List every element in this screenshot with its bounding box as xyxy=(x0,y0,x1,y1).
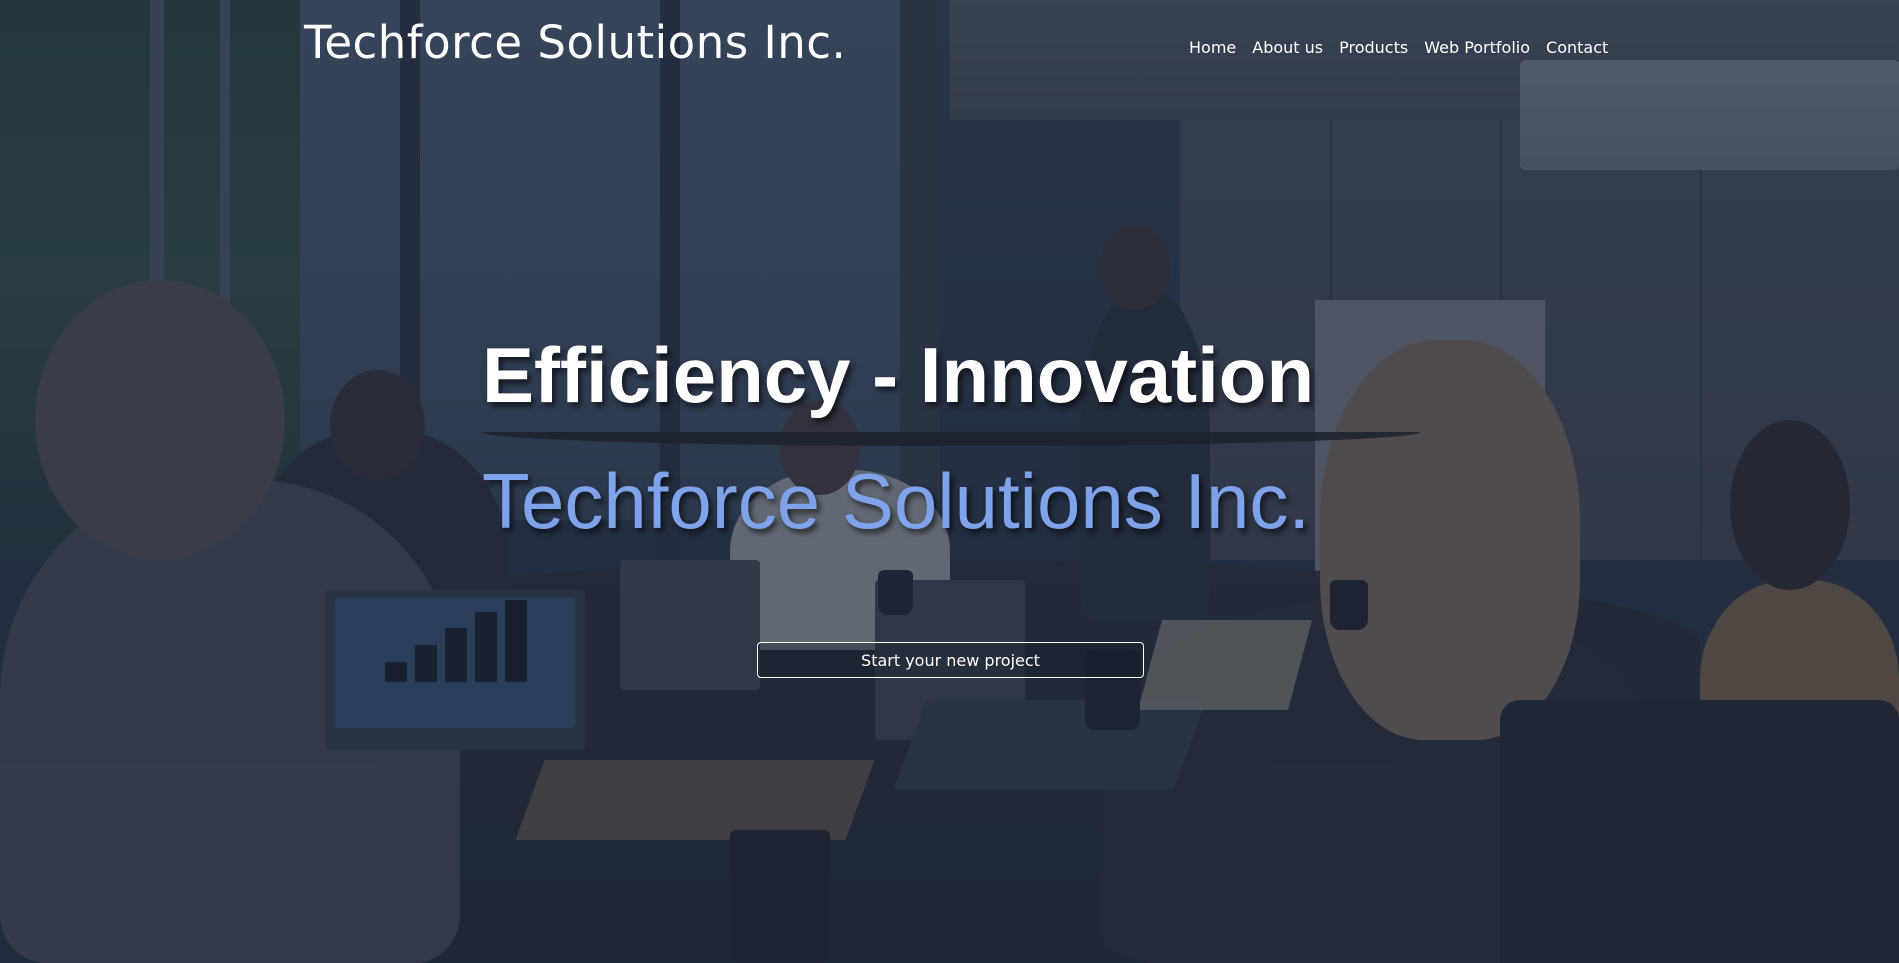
hero-tagline: Efficiency - Innovation xyxy=(482,331,1315,419)
site-header: Techforce Solutions Inc. Home About us P… xyxy=(0,0,1899,100)
brand-logo-text[interactable]: Techforce Solutions Inc. xyxy=(304,16,846,69)
start-project-button[interactable]: Start your new project xyxy=(757,642,1144,678)
nav-item-contact[interactable]: Contact xyxy=(1546,38,1608,57)
hero-company-name: Techforce Solutions Inc. xyxy=(482,457,1311,545)
nav-item-home[interactable]: Home xyxy=(1189,38,1236,57)
nav-item-products[interactable]: Products xyxy=(1339,38,1408,57)
main-nav: Home About us Products Web Portfolio Con… xyxy=(1189,38,1608,57)
nav-item-about-us[interactable]: About us xyxy=(1252,38,1323,57)
hero-section: Techforce Solutions Inc. Home About us P… xyxy=(0,0,1899,963)
nav-item-web-portfolio[interactable]: Web Portfolio xyxy=(1424,38,1530,57)
